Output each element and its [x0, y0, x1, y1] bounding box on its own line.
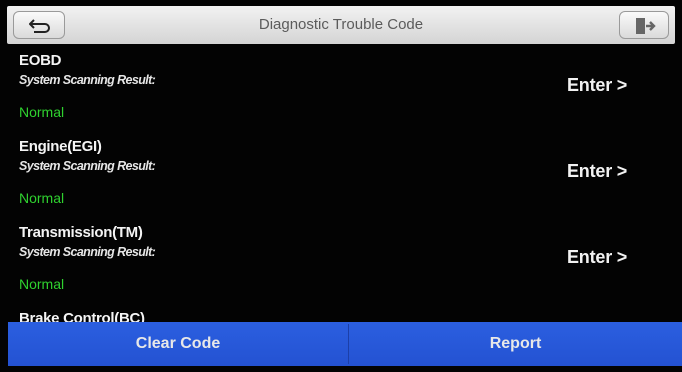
enter-button[interactable]: Enter >: [567, 75, 627, 96]
system-name: Engine(EGI): [19, 138, 102, 155]
system-scan-label: System Scanning Result:: [19, 73, 156, 87]
system-name: Brake Control(BC): [19, 310, 145, 322]
list-item-brake-control[interactable]: Brake Control(BC): [0, 302, 682, 322]
bottom-action-bar: Clear Code Report: [8, 322, 682, 366]
system-scan-label: System Scanning Result:: [19, 245, 156, 259]
system-list: EOBD System Scanning Result: Normal Ente…: [0, 44, 682, 322]
clear-code-button[interactable]: Clear Code: [8, 322, 348, 366]
page-title: Diagnostic Trouble Code: [258, 16, 424, 33]
system-status: Normal: [19, 190, 65, 206]
system-scan-label: System Scanning Result:: [19, 159, 156, 173]
system-name: EOBD: [19, 52, 62, 69]
enter-button[interactable]: Enter >: [567, 161, 627, 182]
list-item-transmission[interactable]: Transmission(TM) System Scanning Result:…: [0, 216, 682, 302]
screen: Diagnostic Trouble Code EOBD System Scan…: [0, 0, 682, 372]
system-status: Normal: [19, 276, 65, 292]
list-item-eobd[interactable]: EOBD System Scanning Result: Normal Ente…: [0, 44, 682, 130]
system-status: Normal: [19, 104, 65, 120]
enter-button[interactable]: Enter >: [567, 247, 627, 268]
title-bar: Diagnostic Trouble Code: [7, 6, 675, 44]
system-name: Transmission(TM): [19, 224, 143, 241]
report-button[interactable]: Report: [349, 322, 682, 366]
exit-icon: [636, 18, 656, 34]
list-item-engine[interactable]: Engine(EGI) System Scanning Result: Norm…: [0, 130, 682, 216]
exit-button[interactable]: [619, 11, 669, 39]
